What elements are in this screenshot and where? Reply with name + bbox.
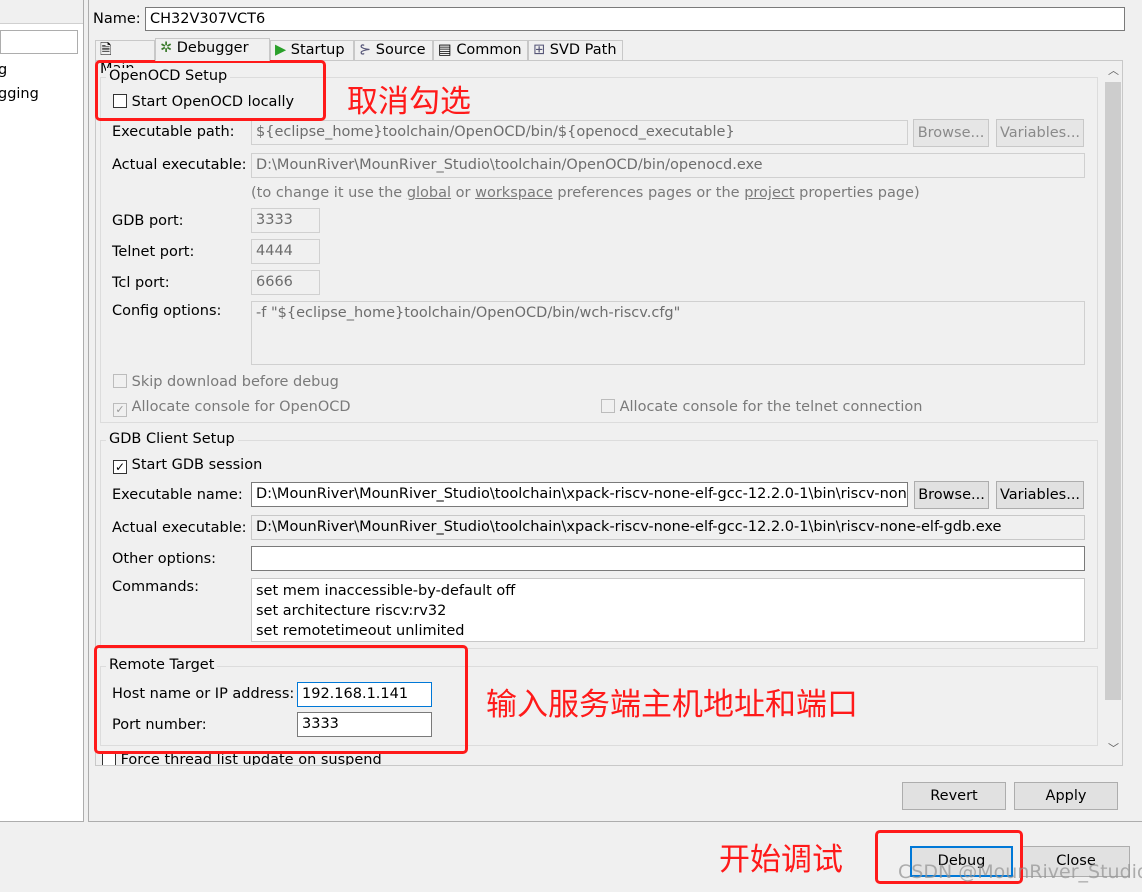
apply-button[interactable]: Apply: [1014, 782, 1118, 810]
executable-path-input[interactable]: ${eclipse_home}toolchain/OpenOCD/bin/${o…: [251, 120, 908, 145]
tcl-port-label: Tcl port:: [112, 275, 170, 291]
tab-svd-path[interactable]: ⊞ SVD Path: [528, 40, 623, 61]
group-title: GDB Client Setup: [106, 431, 238, 447]
watermark: CSDN @MounRiver_Studio: [898, 861, 1142, 883]
annotation-box-remote: [94, 645, 468, 754]
name-label: Name:: [93, 11, 141, 27]
skip-download-checkbox[interactable]: Skip download before debug: [113, 374, 339, 390]
tab-common[interactable]: ▤ Common: [433, 40, 528, 61]
name-input[interactable]: CH32V307VCT6: [145, 7, 1125, 31]
actual-executable-field: D:\MounRiver\MounRiver_Studio\toolchain/…: [251, 153, 1085, 178]
executable-name-input[interactable]: D:\MounRiver\MounRiver_Studio\toolchain\…: [251, 482, 908, 507]
command-line: set architecture riscv:rv32: [256, 603, 447, 619]
commands-textarea[interactable]: set mem inaccessible-by-default off set …: [251, 578, 1085, 642]
global-link[interactable]: global: [407, 185, 451, 201]
browse-button[interactable]: Browse...: [913, 119, 989, 147]
bug-icon: ✲: [160, 40, 173, 56]
gdb-browse-button[interactable]: Browse...: [914, 481, 989, 509]
start-gdb-checkbox[interactable]: ✓ Start GDB session: [113, 457, 262, 474]
gdb-port-label: GDB port:: [112, 213, 184, 229]
actual-executable-label: Actual executable:: [112, 157, 247, 173]
play-icon: ▶: [275, 42, 287, 58]
executable-name-label: Executable name:: [112, 487, 243, 503]
gdb-variables-button[interactable]: Variables...: [996, 481, 1084, 509]
config-options-textarea[interactable]: -f "${eclipse_home}toolchain/OpenOCD/bin…: [251, 301, 1085, 365]
other-options-label: Other options:: [112, 551, 217, 567]
project-link[interactable]: project: [744, 185, 794, 201]
telnet-port-input[interactable]: 4444: [251, 239, 320, 264]
command-line: set mem inaccessible-by-default off: [256, 583, 516, 599]
allocate-telnet-checkbox[interactable]: Allocate console for the telnet connecti…: [601, 399, 922, 415]
gdb-actual-field: D:\MounRiver\MounRiver_Studio\toolchain\…: [251, 515, 1085, 540]
variables-button[interactable]: Variables...: [996, 119, 1084, 147]
telnet-port-label: Telnet port:: [112, 244, 195, 260]
left-toolbar: [0, 0, 83, 24]
gdb-port-input[interactable]: 3333: [251, 208, 320, 233]
tab-main[interactable]: 🗎 Main: [95, 40, 155, 77]
tree-item[interactable]: g: [0, 62, 7, 78]
scroll-down-icon[interactable]: ﹀: [1108, 740, 1119, 756]
tab-source[interactable]: ⊱ Source: [354, 40, 433, 61]
tab-startup[interactable]: ▶ Startup: [270, 40, 354, 61]
command-line: set remotetimeout unlimited: [256, 623, 465, 639]
revert-button[interactable]: Revert: [902, 782, 1006, 810]
force-thread-checkbox[interactable]: Force thread list update on suspend: [102, 752, 382, 765]
scroll-up-icon[interactable]: ︿: [1108, 62, 1119, 78]
scroll-thumb[interactable]: [1105, 82, 1121, 700]
workspace-link[interactable]: workspace: [475, 185, 553, 201]
gdb-actual-label: Actual executable:: [112, 520, 247, 536]
tab-debugger[interactable]: ✲ Debugger: [155, 38, 270, 61]
left-panel: g gging: [0, 0, 84, 822]
document-icon: 🗎: [100, 42, 112, 58]
allocate-console-checkbox[interactable]: ✓ Allocate console for OpenOCD: [113, 399, 351, 417]
source-icon: ⊱: [359, 42, 372, 58]
tree-icon: ⊞: [533, 42, 546, 58]
filter-input[interactable]: [0, 30, 78, 54]
annotation-start-debug: 开始调试: [719, 842, 843, 878]
annotation-enter-server: 输入服务端主机地址和端口: [486, 687, 858, 723]
annotation-box-openocd: [95, 60, 326, 121]
executable-path-label: Executable path:: [112, 124, 235, 140]
config-options-label: Config options:: [112, 303, 222, 319]
tree-item[interactable]: gging: [0, 86, 39, 102]
preferences-note: (to change it use the global or workspac…: [251, 185, 920, 201]
other-options-input[interactable]: [251, 546, 1085, 571]
vertical-scrollbar[interactable]: ︿ ﹀: [1104, 62, 1122, 758]
tcl-port-input[interactable]: 6666: [251, 270, 320, 295]
table-icon: ▤: [438, 42, 452, 58]
annotation-uncheck: 取消勾选: [347, 84, 471, 120]
commands-label: Commands:: [112, 579, 199, 595]
